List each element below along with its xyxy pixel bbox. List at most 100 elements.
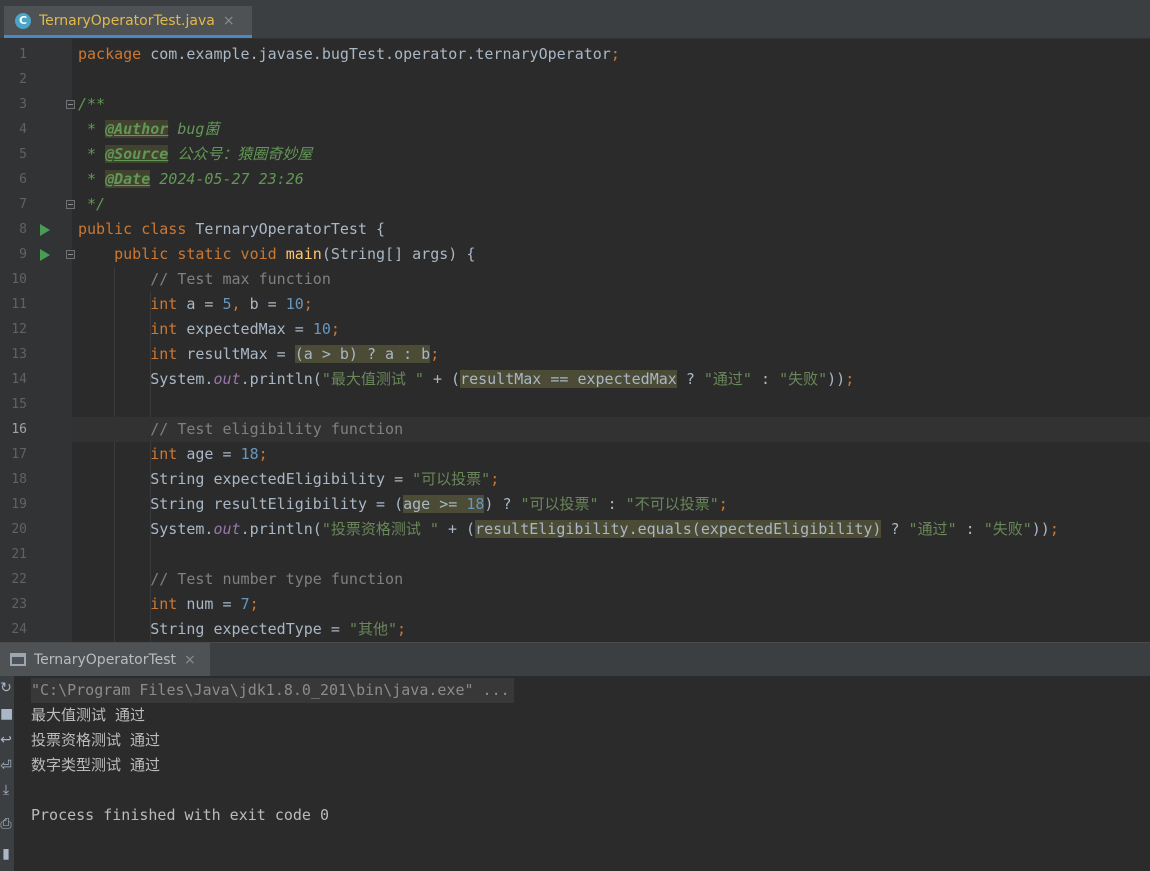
code-token: int <box>150 345 187 363</box>
code-token: main <box>285 245 322 263</box>
gutter-line[interactable]: 22 <box>0 567 72 592</box>
code-line[interactable] <box>72 67 1150 92</box>
code-token: "不可以投票" <box>625 495 719 513</box>
code-token: 18 <box>466 495 485 513</box>
gutter-line[interactable]: 17 <box>0 442 72 467</box>
line-number-gutter: 1 2 3 4 5 6 7 8 9 10 11 12 13 14 15 16 17 18 19 20 21 22 23 24 <box>0 39 75 642</box>
line-number: 16 <box>11 422 27 437</box>
code-line[interactable]: * @Author bug菌 <box>72 117 1150 142</box>
code-line[interactable]: int expectedMax = 10; <box>72 317 1150 342</box>
gutter-line[interactable]: 18 <box>0 467 72 492</box>
code-line[interactable]: // Test max function <box>72 267 1150 292</box>
gutter-line[interactable]: 23 <box>0 592 72 617</box>
code-area[interactable]: package com.example.javase.bugTest.opera… <box>72 39 1150 642</box>
code-token: String resultEligibility = ( <box>78 495 404 513</box>
gutter-line[interactable]: 11 <box>0 292 72 317</box>
code-token: "失败" <box>779 370 828 388</box>
code-line[interactable]: int num = 7; <box>72 592 1150 617</box>
code-token: int <box>150 320 187 338</box>
editor-tab-ternaryoperatortest[interactable]: C TernaryOperatorTest.java × <box>4 6 252 38</box>
console-output-line: 数字类型测试 通过 <box>31 756 161 774</box>
code-editor[interactable]: 1 2 3 4 5 6 7 8 9 10 11 12 13 14 15 16 17 18 19 20 21 22 23 24 … <box>0 39 1150 642</box>
gutter-line[interactable]: 4 <box>0 117 72 142</box>
code-token: ; <box>303 295 313 313</box>
code-line[interactable]: /** <box>72 92 1150 117</box>
gutter-line[interactable]: 9 <box>0 242 75 267</box>
code-token: ; <box>490 470 500 488</box>
gutter-line[interactable]: 16 <box>0 417 72 442</box>
code-line[interactable]: System.out.println("投票资格测试 " + (resultEl… <box>72 517 1150 542</box>
gutter-line[interactable]: 6 <box>0 167 72 192</box>
code-line[interactable]: package com.example.javase.bugTest.opera… <box>72 42 1150 67</box>
code-token: * <box>78 170 106 188</box>
line-number: 19 <box>11 497 27 512</box>
gutter-line[interactable]: 20 <box>0 517 72 542</box>
code-line[interactable]: // Test number type function <box>72 567 1150 592</box>
run-tab-ternaryoperatortest[interactable]: TernaryOperatorTest × <box>0 643 210 676</box>
code-token: 5 <box>222 295 232 313</box>
gutter-line[interactable]: 15 <box>0 392 72 417</box>
gutter-line[interactable]: 7 <box>0 192 75 217</box>
wrap-icon[interactable]: ⏎ <box>0 758 12 774</box>
line-number: 15 <box>11 397 27 412</box>
code-line[interactable]: int age = 18; <box>72 442 1150 467</box>
run-icon[interactable] <box>40 249 50 261</box>
code-line[interactable]: String expectedType = "其他"; <box>72 617 1150 642</box>
gutter-line[interactable]: 24 <box>0 617 72 642</box>
code-line[interactable]: int resultMax = (a > b) ? a : b; <box>72 342 1150 367</box>
code-line[interactable]: System.out.println("最大值测试 " + (resultMax… <box>72 367 1150 392</box>
editor-tab-bar: C TernaryOperatorTest.java × <box>0 0 1150 39</box>
gutter-line[interactable]: 8 <box>0 217 72 242</box>
line-number: 10 <box>11 272 27 287</box>
soft-wrap-icon[interactable]: ↩ <box>0 732 12 748</box>
stop-icon[interactable]: ■ <box>0 706 13 722</box>
gutter-line[interactable]: 12 <box>0 317 72 342</box>
console-output-line: 最大值测试 通过 <box>31 706 146 724</box>
code-line[interactable]: */ <box>72 192 1150 217</box>
code-line[interactable]: public class TernaryOperatorTest { <box>72 217 1150 242</box>
gutter-line[interactable]: 21 <box>0 542 72 567</box>
gutter-line[interactable]: 1 <box>0 42 72 67</box>
code-line[interactable] <box>72 542 1150 567</box>
code-token: : <box>751 370 780 388</box>
gutter-line[interactable]: 2 <box>0 67 72 92</box>
print-icon[interactable]: ⎙ <box>0 816 12 832</box>
run-icon[interactable] <box>40 224 50 236</box>
code-token: System. <box>78 370 214 388</box>
code-line[interactable]: String expectedEligibility = "可以投票"; <box>72 467 1150 492</box>
gutter-line[interactable]: 14 <box>0 367 72 392</box>
code-token: a = <box>186 295 223 313</box>
run-console[interactable]: ↻ ■ ↩ ⏎ ⤓ ⎙ ▮ "C:\Program Files\Java\jdk… <box>0 676 1150 871</box>
gutter-line[interactable]: 5 <box>0 142 72 167</box>
code-line[interactable]: int a = 5, b = 10; <box>72 292 1150 317</box>
code-token: (String[] args) { <box>321 245 476 263</box>
close-icon[interactable]: × <box>184 652 196 668</box>
code-token: "可以投票" <box>412 470 491 488</box>
gutter-line[interactable]: 3 <box>0 92 75 117</box>
code-token: (a > b) ? a : b <box>294 345 431 363</box>
code-line[interactable] <box>72 392 1150 417</box>
code-token: String expectedEligibility = <box>78 470 413 488</box>
gutter-line[interactable]: 19 <box>0 492 72 517</box>
code-line[interactable]: public static void main(String[] args) { <box>72 242 1150 267</box>
gutter-line[interactable]: 10 <box>0 267 72 292</box>
code-line[interactable]: * @Source 公众号：猿圈奇妙屋 <box>72 142 1150 167</box>
code-token: int <box>150 595 187 613</box>
gutter-line[interactable]: 13 <box>0 342 72 367</box>
code-token: "可以投票" <box>520 495 599 513</box>
console-toolbar: ↻ ■ ↩ ⏎ ⤓ ⎙ ▮ <box>0 676 14 871</box>
code-token: resultMax = <box>186 345 295 363</box>
scroll-to-end-icon[interactable]: ⤓ <box>0 782 12 798</box>
code-line[interactable]: // Test eligibility function <box>72 417 1150 442</box>
clear-icon[interactable]: ▮ <box>0 846 12 862</box>
close-icon[interactable]: × <box>223 13 235 29</box>
rerun-icon[interactable]: ↻ <box>0 680 12 696</box>
code-line[interactable]: * @Date 2024-05-27 23:26 <box>72 167 1150 192</box>
console-exit-line: Process finished with exit code 0 <box>31 806 330 824</box>
code-token: ; <box>845 370 855 388</box>
code-line[interactable]: String resultEligibility = (age >= 18) ?… <box>72 492 1150 517</box>
line-number: 21 <box>11 547 27 562</box>
